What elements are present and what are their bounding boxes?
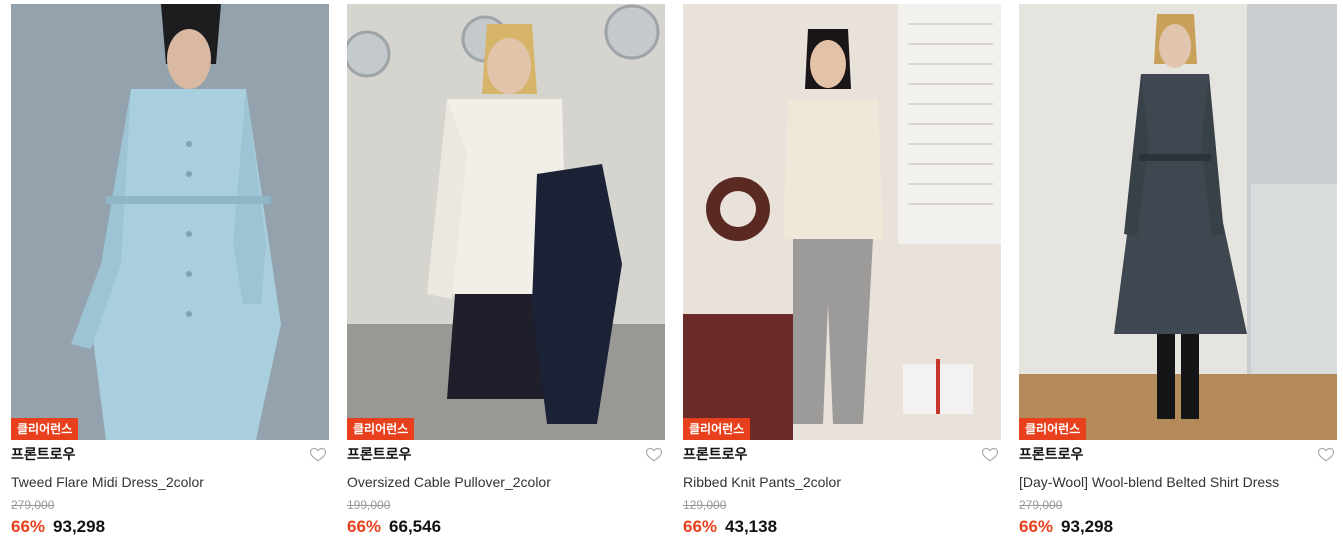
clearance-badge: 클리어런스 <box>347 418 415 440</box>
original-price: 279,000 <box>1019 498 1063 512</box>
sale-price: 43,138 <box>725 517 778 536</box>
discount-rate: 66% <box>1019 517 1054 536</box>
heart-icon[interactable] <box>645 445 663 463</box>
product-card[interactable]: 클리어런스 프론트로우 Oversized Cable Pullover_2co… <box>347 4 665 538</box>
discount-rate: 66% <box>347 517 382 536</box>
heart-icon[interactable] <box>981 445 999 463</box>
clearance-badge: 클리어런스 <box>1019 418 1087 440</box>
product-card[interactable]: 클리어런스 프론트로우 Tweed Flare Midi Dress_2colo… <box>11 4 329 538</box>
discount-rate: 66% <box>683 517 718 536</box>
product-photo-tweed-dress <box>11 4 329 440</box>
clearance-badge: 클리어런스 <box>683 418 751 440</box>
original-price: 199,000 <box>347 498 391 512</box>
original-price: 279,000 <box>11 498 55 512</box>
product-image[interactable]: 클리어런스 <box>1019 4 1337 440</box>
discount-rate: 66% <box>11 517 46 536</box>
product-photo-cable-pullover <box>347 4 665 440</box>
product-name[interactable]: Ribbed Knit Pants_2color <box>683 472 1001 492</box>
product-card[interactable]: 클리어런스 프론트로우 Ribbed Knit Pants_2color 129… <box>683 4 1001 538</box>
price-row: 66% 93,298 <box>1019 516 1337 538</box>
product-name[interactable]: [Day-Wool] Wool-blend Belted Shirt Dress <box>1019 472 1337 492</box>
price-row: 66% 93,298 <box>11 516 329 538</box>
product-grid: 클리어런스 프론트로우 Tweed Flare Midi Dress_2colo… <box>0 0 1343 536</box>
price-row: 66% 66,546 <box>347 516 665 538</box>
product-name[interactable]: Oversized Cable Pullover_2color <box>347 472 665 492</box>
product-photo-shirt-dress <box>1019 4 1337 440</box>
original-price: 129,000 <box>683 498 727 512</box>
brand-name[interactable]: 프론트로우 <box>11 442 329 466</box>
product-photo-ribbed-pants <box>683 4 1001 440</box>
brand-name[interactable]: 프론트로우 <box>683 442 1001 466</box>
product-image[interactable]: 클리어런스 <box>683 4 1001 440</box>
product-card[interactable]: 클리어런스 프론트로우 [Day-Wool] Wool-blend Belted… <box>1019 4 1337 538</box>
product-image[interactable]: 클리어런스 <box>347 4 665 440</box>
sale-price: 66,546 <box>389 517 442 536</box>
brand-name[interactable]: 프론트로우 <box>1019 442 1337 466</box>
clearance-badge: 클리어런스 <box>11 418 79 440</box>
product-image[interactable]: 클리어런스 <box>11 4 329 440</box>
price-row: 66% 43,138 <box>683 516 1001 538</box>
sale-price: 93,298 <box>1061 517 1114 536</box>
heart-icon[interactable] <box>309 445 327 463</box>
sale-price: 93,298 <box>53 517 106 536</box>
product-name[interactable]: Tweed Flare Midi Dress_2color <box>11 472 329 492</box>
heart-icon[interactable] <box>1317 445 1335 463</box>
brand-name[interactable]: 프론트로우 <box>347 442 665 466</box>
